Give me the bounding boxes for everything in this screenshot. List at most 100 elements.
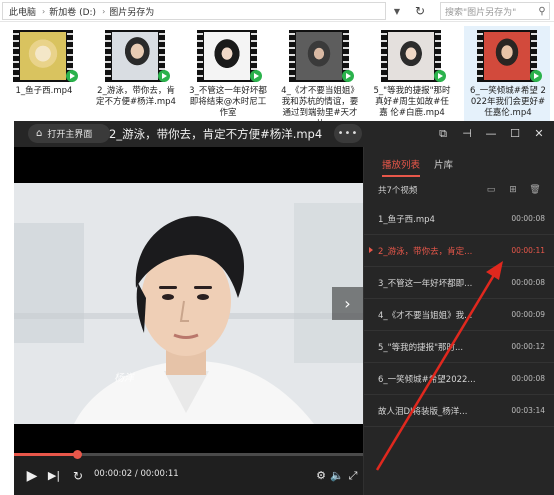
trash-icon[interactable]: 🗑 bbox=[528, 183, 542, 197]
total-time: 00:00:11 bbox=[140, 469, 179, 479]
minimize-icon[interactable]: — bbox=[482, 125, 500, 143]
file-item[interactable]: 1_鱼子西.mp4 bbox=[0, 26, 86, 125]
video-badge-icon bbox=[342, 70, 354, 82]
playlist-item[interactable]: 1_鱼子西.mp4 00:00:08 bbox=[364, 203, 554, 235]
add-to-list-icon[interactable]: ⊞ bbox=[506, 183, 520, 197]
playlist-tabs: 播放列表 片库 bbox=[364, 155, 554, 177]
playlist-item-duration: 00:00:08 bbox=[511, 278, 545, 287]
playlist-item-name: 1_鱼子西.mp4 bbox=[378, 215, 435, 225]
playlist-item[interactable]: 3_不管这一年好坏都即... 00:00:08 bbox=[364, 267, 554, 299]
pin-icon[interactable]: ⊣ bbox=[458, 125, 476, 143]
tab-active-underline bbox=[382, 175, 420, 177]
playlist-item-name: 3_不管这一年好坏都即... bbox=[378, 279, 473, 289]
home-icon: ⌂ bbox=[36, 128, 43, 139]
video-thumbnail bbox=[197, 30, 257, 82]
video-frame: 杨洋 bbox=[14, 183, 363, 424]
file-item[interactable]: 4_《才不要当姐姐》 我和苏杭的情谊，要 通过到端勃里#天才儿 bbox=[276, 26, 362, 129]
playlist-item[interactable]: 6_一笑倾城#希望2022... 00:00:08 bbox=[364, 363, 554, 395]
video-watermark: 杨洋 bbox=[114, 373, 134, 384]
video-frame-image bbox=[14, 183, 363, 424]
file-item[interactable]: 5_"等我的捷报"那时 真好#周生如故#任嘉 伦#白鹿.mp4 bbox=[368, 26, 454, 125]
video-viewport[interactable]: 杨洋 › bbox=[14, 147, 363, 453]
playlist-item-name: 故人泪DJ将装版_杨洋... bbox=[378, 407, 468, 417]
settings-icon[interactable]: ⚙ bbox=[314, 467, 328, 485]
file-item[interactable]: 2_游泳，带你去，肯定不方便#杨洋.mp4 bbox=[92, 26, 178, 125]
playlist: 1_鱼子西.mp4 00:00:08 2_游泳，带你去，肯定... 00:00:… bbox=[364, 203, 554, 427]
chevron-down-icon[interactable]: ▼ bbox=[389, 2, 405, 20]
video-badge-icon bbox=[530, 70, 542, 82]
breadcrumb-folder[interactable]: 图片另存为 bbox=[109, 5, 154, 18]
playlist-item-name: 2_游泳，带你去，肯定... bbox=[378, 247, 473, 257]
playlist-item[interactable]: 故人泪DJ将装版_杨洋... 00:03:14 bbox=[364, 395, 554, 427]
video-badge-icon bbox=[66, 70, 78, 82]
video-badge-icon bbox=[158, 70, 170, 82]
breadcrumb-drive-d[interactable]: 新加卷 (D:) bbox=[49, 5, 96, 18]
open-main-window-label: 打开主界面 bbox=[47, 130, 93, 140]
playlist-item-duration: 00:00:08 bbox=[511, 374, 545, 383]
file-name: 3_不管这一年好坏都 即将结束@木时尼工 作室 bbox=[189, 86, 267, 118]
progress-fill bbox=[14, 453, 77, 456]
breadcrumb-this-pc[interactable]: 此电脑 bbox=[9, 5, 36, 18]
more-options-button[interactable]: ••• bbox=[334, 124, 362, 143]
refresh-icon[interactable]: ↻ bbox=[410, 2, 430, 20]
file-name: 1_鱼子西.mp4 bbox=[15, 86, 73, 96]
current-time: 00:00:02 bbox=[94, 469, 133, 479]
file-grid: 1_鱼子西.mp4 2_游泳，带你去，肯定不方便#杨洋.mp4 3_不管这一年好… bbox=[0, 26, 554, 129]
playback-controls: ▶ ▶| ↻ 00:00:02 / 00:00:11 ⚙ 🔈 ⤢ bbox=[14, 459, 363, 495]
time-display: 00:00:02 / 00:00:11 bbox=[94, 469, 179, 479]
close-icon[interactable]: ✕ bbox=[530, 125, 548, 143]
playlist-item-duration: 00:00:12 bbox=[511, 342, 545, 351]
playlist-item[interactable]: 5_"等我的捷报"那时... 00:00:12 bbox=[364, 331, 554, 363]
playlist-item[interactable]: 4_《才不要当姐姐》我... 00:00:09 bbox=[364, 299, 554, 331]
video-thumbnail bbox=[381, 30, 441, 82]
video-thumbnail bbox=[105, 30, 165, 82]
playlist-panel: 播放列表 片库 共7个视频 ▭ ⊞ 🗑 1_鱼子西.mp4 00:00:08 2… bbox=[363, 147, 554, 495]
screen-cast-icon[interactable]: ⧉ bbox=[434, 125, 452, 143]
fullscreen-icon[interactable]: ⤢ bbox=[346, 467, 360, 485]
address-row: 此电脑 › 新加卷 (D:) › 图片另存为 ▼ ↻ 搜索"图片另存为" ⚲ bbox=[0, 0, 554, 22]
video-thumbnail bbox=[289, 30, 349, 82]
chevron-right-icon: › bbox=[102, 6, 106, 16]
playlist-item-name: 4_《才不要当姐姐》我... bbox=[378, 311, 473, 321]
video-badge-icon bbox=[250, 70, 262, 82]
search-icon: ⚲ bbox=[538, 5, 546, 17]
file-item[interactable]: 3_不管这一年好坏都 即将结束@木时尼工 作室 bbox=[184, 26, 270, 125]
playlist-item-active[interactable]: 2_游泳，带你去，肯定... 00:00:11 bbox=[364, 235, 554, 267]
folder-icon[interactable]: ▭ bbox=[484, 183, 498, 197]
search-placeholder: 搜索"图片另存为" bbox=[445, 7, 517, 18]
video-player-window: ⌂ 打开主界面 2_游泳，带你去，肯定不方便#杨洋.mp4 ••• ⧉ ⊣ — … bbox=[14, 121, 554, 495]
tab-playlist[interactable]: 播放列表 bbox=[382, 157, 420, 171]
video-thumbnail bbox=[477, 30, 537, 82]
file-explorer-window: 此电脑 › 新加卷 (D:) › 图片另存为 ▼ ↻ 搜索"图片另存为" ⚲ 1… bbox=[0, 0, 554, 129]
tab-library[interactable]: 片库 bbox=[434, 157, 453, 171]
player-titlebar[interactable]: ⌂ 打开主界面 2_游泳，带你去，肯定不方便#杨洋.mp4 ••• ⧉ ⊣ — … bbox=[14, 121, 554, 147]
next-track-icon[interactable]: ▶| bbox=[46, 467, 62, 485]
now-playing-icon bbox=[369, 247, 373, 253]
file-name: 6_一笑倾城#希望 2022年我们会更好# 任嘉伦.mp4 bbox=[470, 86, 546, 118]
video-count: 共7个视频 bbox=[378, 186, 418, 196]
file-name: 5_"等我的捷报"那时 真好#周生如故#任嘉 伦#白鹿.mp4 bbox=[373, 86, 451, 118]
loop-mode-icon[interactable]: ↻ bbox=[70, 467, 86, 485]
chevron-right-icon: › bbox=[42, 6, 46, 16]
playlist-item-duration: 00:00:09 bbox=[511, 310, 545, 319]
playlist-item-duration: 00:03:14 bbox=[511, 406, 545, 415]
playlist-item-duration: 00:00:11 bbox=[511, 246, 545, 255]
video-title: 2_游泳，带你去，肯定不方便#杨洋.mp4 bbox=[109, 127, 323, 141]
address-bar[interactable]: 此电脑 › 新加卷 (D:) › 图片另存为 bbox=[2, 2, 386, 20]
open-main-window-button[interactable]: ⌂ 打开主界面 bbox=[28, 124, 110, 143]
file-item-selected[interactable]: 6_一笑倾城#希望 2022年我们会更好# 任嘉伦.mp4 bbox=[464, 26, 550, 125]
video-thumbnail bbox=[13, 30, 73, 82]
playlist-item-name: 5_"等我的捷报"那时... bbox=[378, 343, 464, 353]
play-icon[interactable]: ▶ bbox=[24, 467, 40, 485]
search-input[interactable]: 搜索"图片另存为" ⚲ bbox=[440, 2, 550, 20]
next-video-arrow-button[interactable]: › bbox=[332, 287, 363, 320]
playlist-header: 共7个视频 ▭ ⊞ 🗑 bbox=[364, 179, 554, 199]
progress-knob[interactable] bbox=[72, 450, 82, 459]
volume-icon[interactable]: 🔈 bbox=[330, 467, 344, 485]
video-badge-icon bbox=[434, 70, 446, 82]
file-name: 2_游泳，带你去，肯定不方便#杨洋.mp4 bbox=[96, 86, 176, 107]
maximize-icon[interactable]: ☐ bbox=[506, 125, 524, 143]
progress-bar[interactable] bbox=[14, 450, 363, 459]
playlist-item-duration: 00:00:08 bbox=[511, 214, 545, 223]
playlist-item-name: 6_一笑倾城#希望2022... bbox=[378, 375, 476, 385]
